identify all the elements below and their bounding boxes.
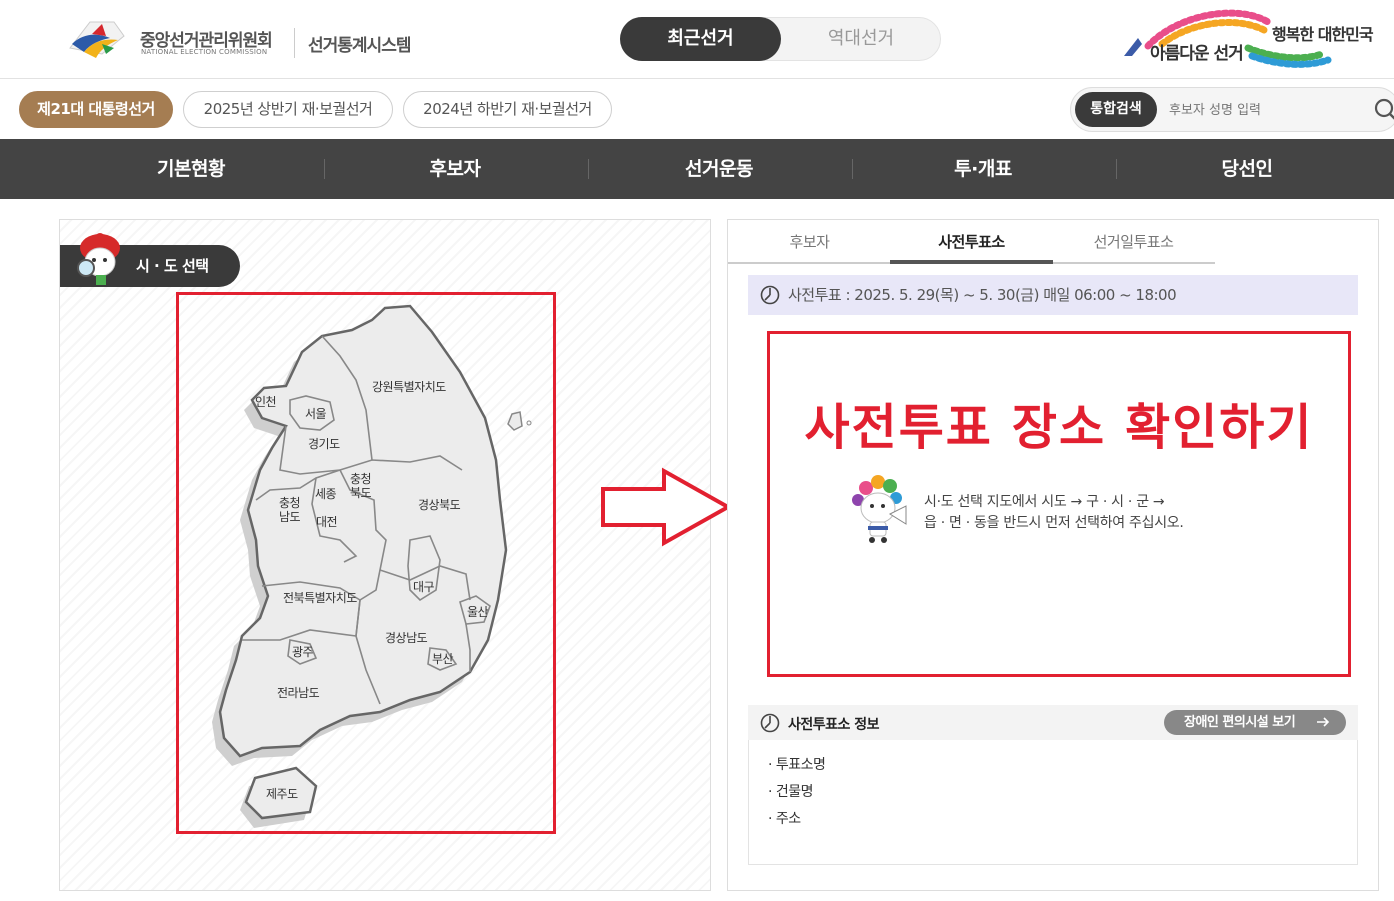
region-jeonbuk[interactable]: 전북특별자치도 bbox=[283, 591, 357, 605]
candidate-search-input[interactable] bbox=[1169, 96, 1359, 124]
region-sejong[interactable]: 세종 bbox=[315, 487, 337, 501]
region-chungnam[interactable]: 충청 남도 bbox=[279, 496, 301, 524]
tab-active-indicator bbox=[890, 260, 1053, 264]
arrow-right-icon bbox=[1317, 717, 1330, 727]
org-name-english: NATIONAL ELECTION COMMISSION bbox=[141, 48, 268, 56]
info-item-label: 주소 bbox=[775, 811, 801, 827]
tab-candidates[interactable]: 후보자 bbox=[728, 220, 891, 264]
info-item-label: 투표소명 bbox=[775, 757, 826, 773]
region-gyeonggi[interactable]: 경기도 bbox=[308, 437, 340, 451]
region-gangwon[interactable]: 강원특별자치도 bbox=[372, 380, 446, 394]
region-jeonnam[interactable]: 전라남도 bbox=[277, 686, 320, 700]
region-gyeongnam[interactable]: 경상남도 bbox=[385, 631, 428, 645]
early-voting-info-body bbox=[748, 740, 1358, 865]
guide-text-line1: 시·도 선택 지도에서 시도 → 구 · 시 · 군 → bbox=[924, 494, 1165, 510]
nec-logo-icon[interactable] bbox=[62, 14, 132, 62]
info-item-station-name: · 투표소명 bbox=[768, 757, 826, 773]
search-icon[interactable] bbox=[1373, 97, 1394, 123]
early-voting-info-title: 사전투표소 정보 bbox=[788, 717, 880, 733]
integrated-search-button[interactable]: 통합검색 bbox=[1075, 92, 1157, 127]
tab-election-day-stations[interactable]: 선거일투표소 bbox=[1052, 220, 1215, 264]
mascot-megaphone-icon bbox=[852, 475, 907, 543]
region-incheon[interactable]: 인천 bbox=[255, 395, 277, 409]
early-voting-location-title: 사전투표 장소 확인하기 bbox=[804, 399, 1314, 456]
nav-voting-counting[interactable]: 투·개표 bbox=[851, 139, 1115, 199]
header: 중앙선거관리위원회 NATIONAL ELECTION COMMISSION 선… bbox=[0, 0, 1394, 79]
election-period-toggle: 최근선거 역대선거 bbox=[620, 17, 941, 61]
region-chungbuk[interactable]: 충청 북도 bbox=[350, 472, 372, 500]
region-jeju[interactable]: 제주도 bbox=[266, 787, 298, 801]
recent-election-button[interactable]: 최근선거 bbox=[620, 17, 781, 61]
slogan-main-text: 아름다운 선거 bbox=[1150, 44, 1244, 64]
info-item-address: · 주소 bbox=[768, 811, 801, 827]
region-daejeon[interactable]: 대전 bbox=[316, 515, 338, 529]
tab-early-voting-stations[interactable]: 사전투표소 bbox=[890, 220, 1053, 264]
region-busan[interactable]: 부산 bbox=[432, 652, 454, 666]
main-nav: 기본현황 후보자 선거운동 투·개표 당선인 bbox=[0, 139, 1394, 199]
info-item-label: 건물명 bbox=[775, 784, 814, 800]
region-seoul[interactable]: 서울 bbox=[305, 407, 327, 421]
info-item-building-name: · 건물명 bbox=[768, 784, 814, 800]
system-name[interactable]: 선거통계시스템 bbox=[308, 31, 411, 56]
guide-text-line2: 읍 · 면 · 동을 반드시 먼저 선택하여 주십시오. bbox=[924, 515, 1184, 531]
korea-map bbox=[212, 304, 532, 828]
header-divider bbox=[294, 28, 295, 58]
right-arrow-icon bbox=[601, 467, 733, 547]
region-daegu[interactable]: 대구 bbox=[413, 580, 435, 594]
clock-icon bbox=[760, 713, 780, 733]
region-gwangju[interactable]: 광주 bbox=[292, 645, 314, 659]
past-election-button[interactable]: 역대선거 bbox=[781, 18, 941, 60]
election-tab-2024-second-half[interactable]: 2024년 하반기 재·보궐선거 bbox=[403, 91, 612, 128]
nav-basic-status[interactable]: 기본현황 bbox=[59, 139, 323, 199]
nav-campaign[interactable]: 선거운동 bbox=[587, 139, 851, 199]
election-tab-presidential-21[interactable]: 제21대 대통령선거 bbox=[19, 91, 173, 128]
election-tab-2025-first-half[interactable]: 2025년 상반기 재·보궐선거 bbox=[183, 91, 393, 128]
region-gyeongbuk[interactable]: 경상북도 bbox=[418, 498, 461, 512]
region-ulsan[interactable]: 울산 bbox=[467, 605, 489, 619]
mascot-magnifier-icon bbox=[77, 233, 120, 285]
nav-elected[interactable]: 당선인 bbox=[1115, 139, 1379, 199]
mainland-shape[interactable] bbox=[218, 304, 508, 758]
integrated-search: 통합검색 bbox=[1070, 87, 1394, 132]
early-voting-period-notice: 사전투표 : 2025. 5. 29(목) ~ 5. 30(금) 매일 06:0… bbox=[748, 275, 1358, 315]
nav-candidates[interactable]: 후보자 bbox=[323, 139, 587, 199]
clock-icon bbox=[760, 285, 780, 305]
slogan-sub-text: 행복한 대한민국 bbox=[1272, 25, 1374, 44]
